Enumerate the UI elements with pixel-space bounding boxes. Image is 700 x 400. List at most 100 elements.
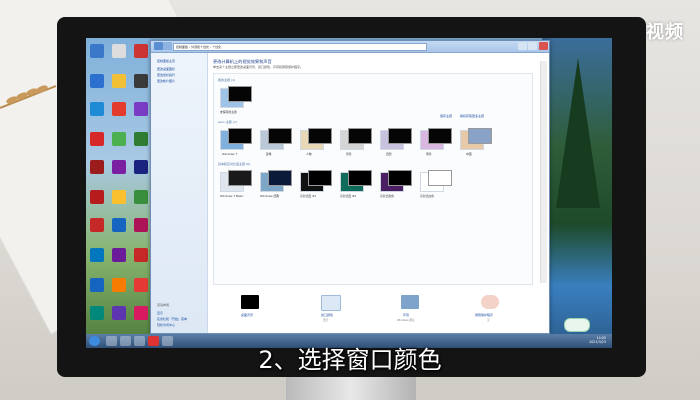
desktop-icon[interactable] — [90, 278, 104, 292]
close-button[interactable] — [539, 42, 548, 50]
video-subtitle: 2、选择窗口颜色 — [258, 346, 442, 374]
desktop-background-link[interactable]: 桌面背景 — [241, 313, 253, 317]
desktop-icon[interactable] — [134, 160, 148, 174]
window-color-link[interactable]: 窗口颜色 — [321, 313, 333, 317]
online-themes-link[interactable]: 联机获取更多主题 — [460, 114, 484, 118]
desktop-icon[interactable] — [112, 44, 126, 58]
screensaver-value: 无 — [487, 319, 490, 322]
page-description: 单击某个主题立即更改桌面背景、窗口颜色、声音和屏幕保护程序。 — [213, 65, 304, 69]
theme-basic[interactable] — [260, 170, 292, 192]
theme-label: 场景 — [426, 152, 432, 156]
desktop-icon[interactable] — [134, 74, 148, 88]
title-bar: 控制面板 › 外观和个性化 › 个性化 — [151, 41, 549, 53]
see-also-ease-of-access[interactable]: 轻松访问中心 — [157, 323, 175, 327]
theme-aero[interactable] — [420, 128, 452, 150]
theme-list-scrollbar[interactable] — [540, 61, 547, 283]
theme-aero[interactable] — [260, 128, 292, 150]
desktop-icon[interactable] — [134, 248, 148, 262]
personalization-window: 控制面板 › 外观和个性化 › 个性化 控制面板主页 更改桌面图标 更改鼠标指针… — [150, 40, 550, 334]
theme-label: 高对比度 #2 — [340, 194, 357, 198]
address-bar[interactable]: 控制面板 › 外观和个性化 › 个性化 — [173, 43, 427, 51]
desktop-icon[interactable] — [134, 306, 148, 320]
sounds-icon[interactable] — [401, 295, 419, 309]
left-link-account-picture[interactable]: 更改帐户图片 — [157, 79, 175, 83]
theme-list: 我的主题 (1) 未保存的主题 保存主题 联机获取更多主题 Aero 主题 (7… — [213, 73, 533, 285]
group-basic: 基本和高对比度主题 (6) — [218, 162, 251, 166]
desktop-icon[interactable] — [112, 248, 126, 262]
maximize-button[interactable] — [528, 42, 537, 50]
theme-unsaved[interactable] — [220, 86, 252, 108]
left-link-desktop-icons[interactable]: 更改桌面图标 — [157, 67, 175, 71]
sounds-link[interactable]: 声音 — [403, 313, 409, 317]
desktop-screen: 控制面板 › 外观和个性化 › 个性化 控制面板主页 更改桌面图标 更改鼠标指针… — [86, 38, 612, 348]
desktop-icon[interactable] — [90, 218, 104, 232]
main-content: 更改计算机上的视觉效果和声音 单击某个主题立即更改桌面背景、窗口颜色、声音和屏幕… — [209, 53, 547, 333]
desktop-icon[interactable] — [90, 190, 104, 204]
desktop-icon[interactable] — [134, 278, 148, 292]
floating-widget[interactable] — [564, 318, 590, 332]
theme-label: 建筑 — [266, 152, 272, 156]
left-pane: 控制面板主页 更改桌面图标 更改鼠标指针 更改帐户图片 另请参阅 显示 任务栏和… — [151, 53, 208, 333]
wheat-decoration — [0, 85, 57, 109]
minimize-button[interactable] — [518, 42, 527, 50]
left-link-home[interactable]: 控制面板主页 — [157, 59, 175, 63]
desktop-icon[interactable] — [90, 306, 104, 320]
theme-basic[interactable] — [340, 170, 372, 192]
see-also-display[interactable]: 显示 — [157, 311, 163, 315]
theme-label: Windows 7 Basic — [220, 194, 244, 198]
theme-aero[interactable] — [380, 128, 412, 150]
desktop-icon[interactable] — [90, 132, 104, 146]
theme-basic[interactable] — [420, 170, 452, 192]
theme-label: 未保存的主题 — [220, 110, 237, 114]
desktop-icon[interactable] — [112, 74, 126, 88]
back-button[interactable] — [154, 42, 163, 50]
desktop-background-icon[interactable] — [241, 295, 259, 309]
group-my-themes: 我的主题 (1) — [218, 78, 236, 82]
sounds-value: Windows 默认 — [397, 319, 415, 322]
window-color-value: 天空 — [323, 319, 329, 322]
see-also-taskbar[interactable]: 任务栏和「开始」菜单 — [157, 317, 187, 321]
theme-aero[interactable] — [460, 128, 492, 150]
left-link-mouse-pointer[interactable]: 更改鼠标指针 — [157, 73, 175, 77]
theme-label: 高对比度 #1 — [300, 194, 317, 198]
personalize-options: 桌面背景 窗口颜色 天空 声音 Windows 默认 屏幕保护程序 无 — [213, 289, 531, 329]
desktop-icon[interactable] — [112, 218, 126, 232]
theme-aero[interactable] — [220, 128, 252, 150]
desktop-icon[interactable] — [134, 44, 148, 58]
theme-basic[interactable] — [300, 170, 332, 192]
desktop-icon[interactable] — [112, 102, 126, 116]
theme-basic[interactable] — [380, 170, 412, 192]
screensaver-icon[interactable] — [481, 295, 499, 309]
desktop-icon[interactable] — [112, 190, 126, 204]
desktop-icon[interactable] — [112, 306, 126, 320]
desktop-icon[interactable] — [90, 160, 104, 174]
desktop-icon[interactable] — [90, 102, 104, 116]
desktop-icon[interactable] — [134, 218, 148, 232]
theme-window-preview — [228, 86, 252, 102]
desktop-icon[interactable] — [90, 74, 104, 88]
forward-button[interactable] — [163, 42, 172, 50]
theme-label: 风景 — [346, 152, 352, 156]
desktop-icon[interactable] — [134, 132, 148, 146]
desktop-icon[interactable] — [90, 248, 104, 262]
window-color-icon[interactable] — [321, 295, 341, 311]
desktop-icon[interactable] — [134, 190, 148, 204]
theme-label: 自然 — [386, 152, 392, 156]
screensaver-link[interactable]: 屏幕保护程序 — [475, 313, 493, 317]
theme-label: Windows 7 — [222, 152, 238, 156]
theme-aero[interactable] — [340, 128, 372, 150]
theme-aero[interactable] — [300, 128, 332, 150]
desktop-icon[interactable] — [112, 132, 126, 146]
monitor-stand — [286, 377, 416, 400]
desktop-icon[interactable] — [112, 278, 126, 292]
save-theme-link[interactable]: 保存主题 — [440, 114, 452, 118]
theme-label: 高对比黑色 — [380, 194, 394, 198]
wallpaper-tree — [542, 38, 612, 348]
theme-label: 人物 — [306, 152, 312, 156]
desktop-icon[interactable] — [112, 160, 126, 174]
desktop-icon[interactable] — [90, 44, 104, 58]
theme-basic[interactable] — [220, 170, 252, 192]
desktop-icon[interactable] — [134, 102, 148, 116]
group-aero: Aero 主题 (7) — [218, 120, 238, 124]
see-also-title: 另请参阅 — [157, 303, 170, 307]
